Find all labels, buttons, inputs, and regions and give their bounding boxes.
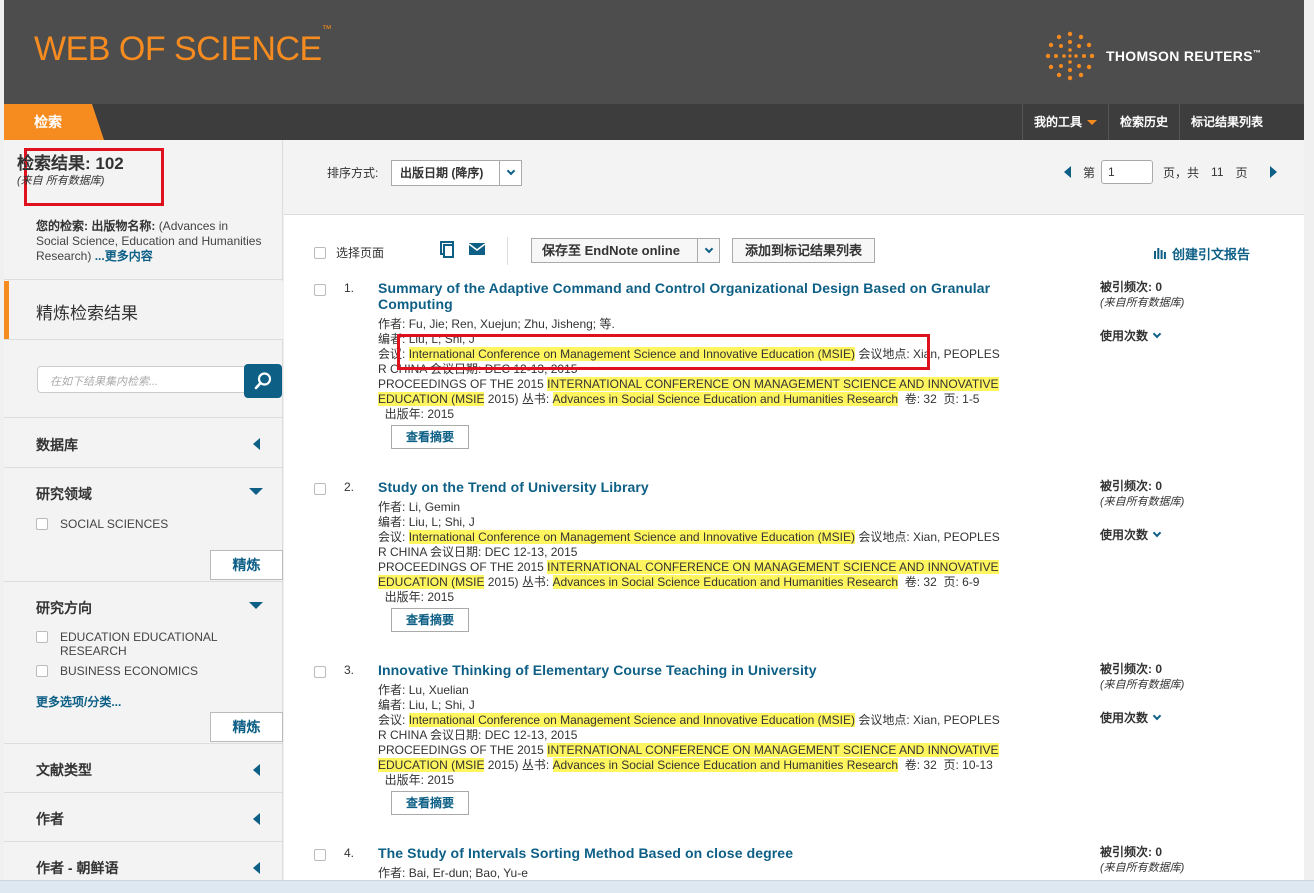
checkbox[interactable] xyxy=(36,631,48,643)
next-page-icon[interactable] xyxy=(1269,166,1277,178)
select-page[interactable]: 选择页面 xyxy=(314,244,384,261)
chevron-down-icon xyxy=(1152,329,1162,339)
checkbox[interactable] xyxy=(36,518,48,530)
expand-left-icon[interactable] xyxy=(253,438,260,450)
view-abstract-button[interactable]: 查看摘要 xyxy=(391,425,469,449)
refine-results-header: 精炼检索结果 xyxy=(4,281,283,339)
print-icon[interactable] xyxy=(438,241,456,259)
pagination: 第 1 页，共 11 页 xyxy=(1064,160,1277,184)
results-source: (来自 所有数据库) xyxy=(17,175,105,187)
expand-left-icon[interactable] xyxy=(253,764,260,776)
caret-down-icon xyxy=(1086,120,1097,126)
record-checkbox[interactable] xyxy=(314,666,326,678)
sidebar: 检索结果: 102 (来自 所有数据库) 您的检索: 出版物名称: (Advan… xyxy=(4,140,283,893)
record-title-link[interactable]: The Study of Intervals Sorting Method Ba… xyxy=(378,845,1028,861)
bar-chart-icon xyxy=(1154,248,1166,259)
annotation-box xyxy=(397,334,930,370)
more-options-link[interactable]: 更多选项/分类... xyxy=(36,693,121,710)
refine-search-button[interactable] xyxy=(244,364,282,398)
add-to-marked-list-button[interactable]: 添加到标记结果列表 xyxy=(732,238,875,263)
results-count: 检索结果: 102 xyxy=(17,154,124,173)
marked-list-link[interactable]: 标记结果列表 xyxy=(1178,104,1274,140)
facet-option[interactable]: SOCIAL SCIENCES xyxy=(36,517,168,531)
checkbox[interactable] xyxy=(36,665,48,677)
view-abstract-button[interactable]: 查看摘要 xyxy=(391,791,469,815)
facet-research-area[interactable]: 研究领域 xyxy=(36,484,92,504)
search-query: 您的检索: 出版物名称: (Advances in Social Science… xyxy=(36,219,262,263)
record-checkbox[interactable] xyxy=(314,284,326,296)
record-checkbox[interactable] xyxy=(314,849,326,861)
record-title-link[interactable]: Study on the Trend of University Library xyxy=(378,479,1028,495)
facet-research-direction[interactable]: 研究方向 xyxy=(36,598,92,618)
view-abstract-button[interactable]: 查看摘要 xyxy=(391,608,469,632)
save-to-endnote-select[interactable]: 保存至 EndNote online xyxy=(531,238,720,263)
collapse-down-icon[interactable] xyxy=(249,488,263,495)
sort-bar: 排序方式: 出版日期 (降序) 第 1 页，共 11 页 xyxy=(284,140,1304,215)
page-input[interactable]: 1 xyxy=(1101,160,1154,184)
facet-option[interactable]: EDUCATION EDUCATIONAL RESEARCH xyxy=(36,630,236,658)
sort-select[interactable]: 出版日期 (降序) xyxy=(391,160,522,186)
facet-document-type[interactable]: 文献类型 xyxy=(36,760,92,780)
record-title-link[interactable]: Summary of the Adaptive Command and Cont… xyxy=(378,280,1028,312)
facet-database[interactable]: 数据库 xyxy=(36,435,78,455)
citation-report-link[interactable]: 创建引文报告 xyxy=(1154,244,1250,263)
record-title-link[interactable]: Innovative Thinking of Elementary Course… xyxy=(378,662,1028,678)
email-icon[interactable] xyxy=(468,241,486,257)
search-history-link[interactable]: 检索历史 xyxy=(1107,104,1179,140)
facet-option[interactable]: BUSINESS ECONOMICS xyxy=(36,664,198,678)
tab-search[interactable]: 检索 xyxy=(4,104,104,140)
collapse-down-icon[interactable] xyxy=(249,602,263,609)
usage-count-toggle[interactable]: 使用次数 xyxy=(1100,528,1184,543)
refine-button[interactable]: 精炼 xyxy=(210,712,283,742)
expand-left-icon[interactable] xyxy=(253,862,260,874)
usage-count-toggle[interactable]: 使用次数 xyxy=(1100,711,1184,726)
web-of-science-logo[interactable]: WEB OF SCIENCE™ xyxy=(34,24,332,69)
thomson-reuters-dots-icon xyxy=(1045,31,1095,81)
more-content-link[interactable]: ...更多内容 xyxy=(95,249,153,263)
chevron-down-icon xyxy=(1152,711,1162,721)
my-tools-menu[interactable]: 我的工具 xyxy=(1021,104,1108,140)
record-checkbox[interactable] xyxy=(314,483,326,495)
facet-author[interactable]: 作者 xyxy=(36,809,64,829)
select-page-checkbox[interactable] xyxy=(314,247,326,259)
facet-author-korean[interactable]: 作者 - 朝鲜语 xyxy=(36,858,118,878)
expand-left-icon[interactable] xyxy=(253,813,260,825)
refine-search-input[interactable]: 在如下结果集内检索... xyxy=(37,366,245,393)
usage-count-toggle[interactable]: 使用次数 xyxy=(1100,329,1184,344)
previous-page-icon[interactable] xyxy=(1064,166,1071,178)
thomson-reuters-logo: THOMSON REUTERS™ xyxy=(1044,30,1261,82)
results-toolbar: 选择页面 保存至 EndNote online 添加到标记结果列表 创建引文报告 xyxy=(284,235,1304,265)
search-icon xyxy=(254,372,272,390)
refine-button[interactable]: 精炼 xyxy=(210,550,283,580)
nav-bar: 检索 我的工具 检索历史 标记结果列表 xyxy=(4,104,1304,140)
results-panel: 排序方式: 出版日期 (降序) 第 1 页，共 11 页 选择页面 保存至 EndN… xyxy=(284,140,1304,893)
chevron-down-icon xyxy=(1152,528,1162,538)
status-bar xyxy=(0,880,1314,893)
header-banner: WEB OF SCIENCE™ THOMSON REUTERS™ xyxy=(4,0,1304,104)
